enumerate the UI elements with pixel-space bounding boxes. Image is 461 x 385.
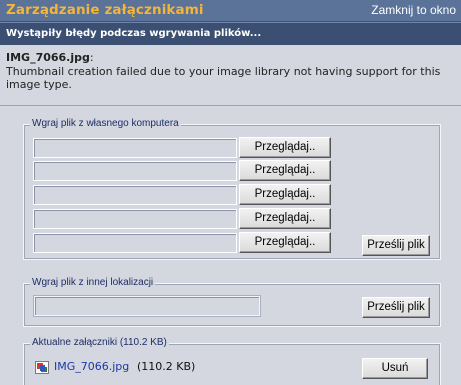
window-titlebar: Zarządzanie załącznikami Zamknij to okno — [0, 0, 461, 22]
divider — [0, 105, 461, 106]
error-text: Thumbnail creation failed due to your im… — [6, 64, 441, 92]
browse-button-4[interactable]: Przeglądaj.. — [239, 208, 331, 229]
upload-remote-submit-button[interactable]: Prześlij plik — [362, 297, 430, 318]
remote-url-input[interactable] — [34, 296, 260, 316]
file-input-1[interactable] — [33, 138, 237, 158]
error-heading: Wystąpiły błędy podczas wgrywania plików… — [6, 28, 262, 39]
image-file-icon — [35, 361, 49, 374]
remove-attachment-button[interactable]: Usuń — [362, 358, 428, 379]
browse-button-1[interactable]: Przeglądaj.. — [239, 137, 331, 158]
browse-button-2[interactable]: Przeglądaj.. — [239, 160, 331, 181]
error-filename: IMG_7066.jpg — [6, 51, 90, 64]
error-header: Wystąpiły błędy podczas wgrywania plików… — [0, 22, 461, 45]
upload-remote-legend: Wgraj plik z innej lokalizacji — [30, 277, 156, 288]
attachment-size: (110.2 KB) — [137, 360, 196, 373]
file-input-2[interactable] — [33, 161, 237, 181]
browse-button-3[interactable]: Przeglądaj.. — [239, 184, 331, 205]
close-window-link[interactable]: Zamknij to okno — [371, 3, 456, 17]
upload-local-submit-button[interactable]: Prześlij plik — [362, 235, 430, 256]
error-message: IMG_7066.jpg: Thumbnail creation failed … — [6, 51, 441, 92]
attachments-legend: Aktualne załączniki (110.2 KB) — [30, 337, 169, 348]
attachment-link[interactable]: IMG_7066.jpg — [54, 360, 129, 373]
file-input-3[interactable] — [33, 185, 237, 205]
file-input-4[interactable] — [33, 209, 237, 229]
browse-button-5[interactable]: Przeglądaj.. — [239, 232, 331, 253]
upload-local-legend: Wgraj plik z własnego komputera — [30, 118, 181, 129]
window-title: Zarządzanie załącznikami — [6, 2, 204, 18]
file-input-5[interactable] — [33, 233, 237, 253]
